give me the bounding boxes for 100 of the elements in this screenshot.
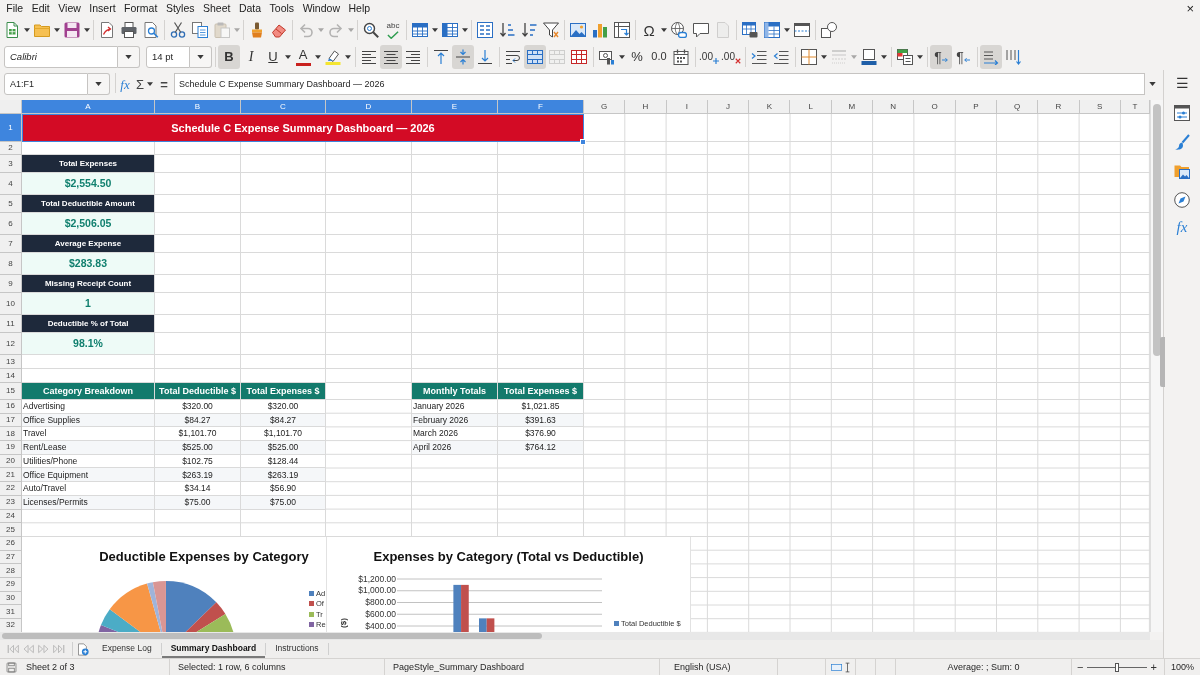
scrollbar-thumb[interactable] [1153,104,1161,356]
special-character[interactable]: Ω [638,18,660,42]
row-header[interactable]: 5 [0,195,22,213]
column-header[interactable]: J [707,100,750,114]
row-header[interactable]: 1 [0,114,22,142]
formula-mode[interactable]: = [160,77,168,91]
column-header[interactable]: L [790,100,832,114]
row-header[interactable]: 11 [0,315,22,333]
row-header[interactable]: 18 [0,427,22,442]
spreadsheet-document-icon[interactable] [4,22,20,38]
paintbrush-icon[interactable] [249,22,265,38]
delete-decimal[interactable]: .00 [720,44,742,69]
row-header[interactable]: 2 [0,142,22,155]
caret-icon[interactable] [784,28,790,32]
column-header[interactable]: O [914,100,956,114]
column-header[interactable]: G [584,100,626,114]
column-header[interactable]: A [22,100,155,114]
percent-format[interactable]: % [626,44,648,69]
menu-item[interactable]: Window [298,3,345,14]
column-header[interactable]: I [666,100,708,114]
unmerge-cells-icon[interactable] [571,48,587,65]
vertical-scrollbar[interactable] [1150,100,1163,632]
caret-icon[interactable] [462,28,468,32]
column-header[interactable]: Q [996,100,1039,114]
font-name-field[interactable]: Calibri [4,45,118,68]
borders-icon[interactable] [801,48,817,65]
column-header[interactable]: F [498,100,584,114]
banknote-icon[interactable] [599,48,615,65]
globe-link-icon[interactable] [671,22,687,38]
right-to-left-toggle[interactable]: ¶ [952,44,974,69]
page-magnifier-icon[interactable] [143,22,159,38]
column-header[interactable]: K [749,100,791,114]
caret-icon[interactable] [54,28,60,32]
column-header[interactable]: N [873,100,915,114]
magnifier-icon[interactable] [363,22,379,38]
funnel-icon[interactable] [543,22,559,38]
caret-icon[interactable] [84,28,90,32]
zoom-slider[interactable] [1087,662,1148,672]
row-header[interactable]: 8 [0,253,22,275]
image-icon[interactable] [570,22,586,38]
italic-toggle[interactable]: I [240,44,262,69]
indent-icon[interactable] [751,48,767,65]
name-box-field[interactable]: A1:F1 [4,73,88,95]
menu-item[interactable]: Format [119,3,162,14]
underline-toggle[interactable]: U [262,44,284,69]
freeze-rows-icon[interactable] [764,22,780,38]
dropdown-button[interactable] [88,73,110,95]
column-header[interactable]: P [955,100,997,114]
folder-image-icon[interactable] [1174,163,1190,179]
row-header[interactable]: 25 [0,523,22,537]
spell-check[interactable]: abc [382,18,404,42]
row-header[interactable]: 19 [0,441,22,455]
scissors-icon[interactable] [170,22,186,38]
sort-descending-icon[interactable] [521,22,537,38]
eraser-icon[interactable] [271,22,287,38]
menu-item[interactable]: Data [234,3,266,14]
function-wizard[interactable]: fx [120,77,130,91]
align-middle-toggle[interactable] [452,44,474,69]
merge-center-toggle[interactable] [524,44,546,69]
column-header[interactable]: H [625,100,667,114]
row-header[interactable]: 4 [0,173,22,195]
caret-icon[interactable] [285,54,291,59]
column-header[interactable]: T [1120,100,1150,114]
text-direction-toggle[interactable] [980,44,1002,69]
column-header[interactable]: C [241,100,326,114]
add-sheet-icon[interactable] [77,642,89,656]
dropdown-button[interactable] [118,45,140,68]
row-header[interactable]: 28 [0,564,22,578]
compass-icon[interactable] [1174,192,1190,208]
caret-icon[interactable] [432,28,438,32]
rectangle-icon[interactable] [831,663,842,671]
pdf-page-icon[interactable] [99,22,115,38]
menu-item[interactable]: File [2,3,28,14]
bold-toggle[interactable]: B [218,44,240,69]
align-center-toggle[interactable] [380,44,402,69]
zoom-out-icon[interactable]: − [1077,661,1084,673]
slider-thumb[interactable] [1115,662,1120,672]
sheet-tab[interactable]: Expense Log [93,640,161,658]
dropdown-button[interactable] [190,45,212,68]
menu-item[interactable]: Help [344,3,375,14]
menu-item[interactable]: Tools [265,3,299,14]
row-header[interactable]: 31 [0,605,22,619]
text-cursor-icon[interactable] [845,661,850,673]
menu-item[interactable]: Sheet [198,3,235,14]
sheet-tab[interactable]: Instructions [266,640,328,658]
border-color-icon[interactable] [861,48,877,65]
column-header[interactable]: S [1079,100,1121,114]
caret-icon[interactable] [147,82,153,86]
caret-icon[interactable] [619,54,625,59]
sort-icon[interactable] [477,22,493,38]
calendar-icon[interactable] [673,48,689,65]
formula-input[interactable]: Schedule C Expense Summary Dashboard — 2026 [174,73,1145,95]
close-icon[interactable]: × [1186,2,1194,15]
column-header[interactable]: B [155,100,241,114]
row-header[interactable]: 3 [0,155,22,173]
horizontal-scrollbar[interactable] [0,632,1150,640]
pivot-table-icon[interactable] [614,22,630,38]
font-size-field[interactable]: 14 pt [146,45,190,68]
sidebar-handle[interactable] [1160,337,1165,387]
autosum[interactable]: Σ [135,77,144,91]
